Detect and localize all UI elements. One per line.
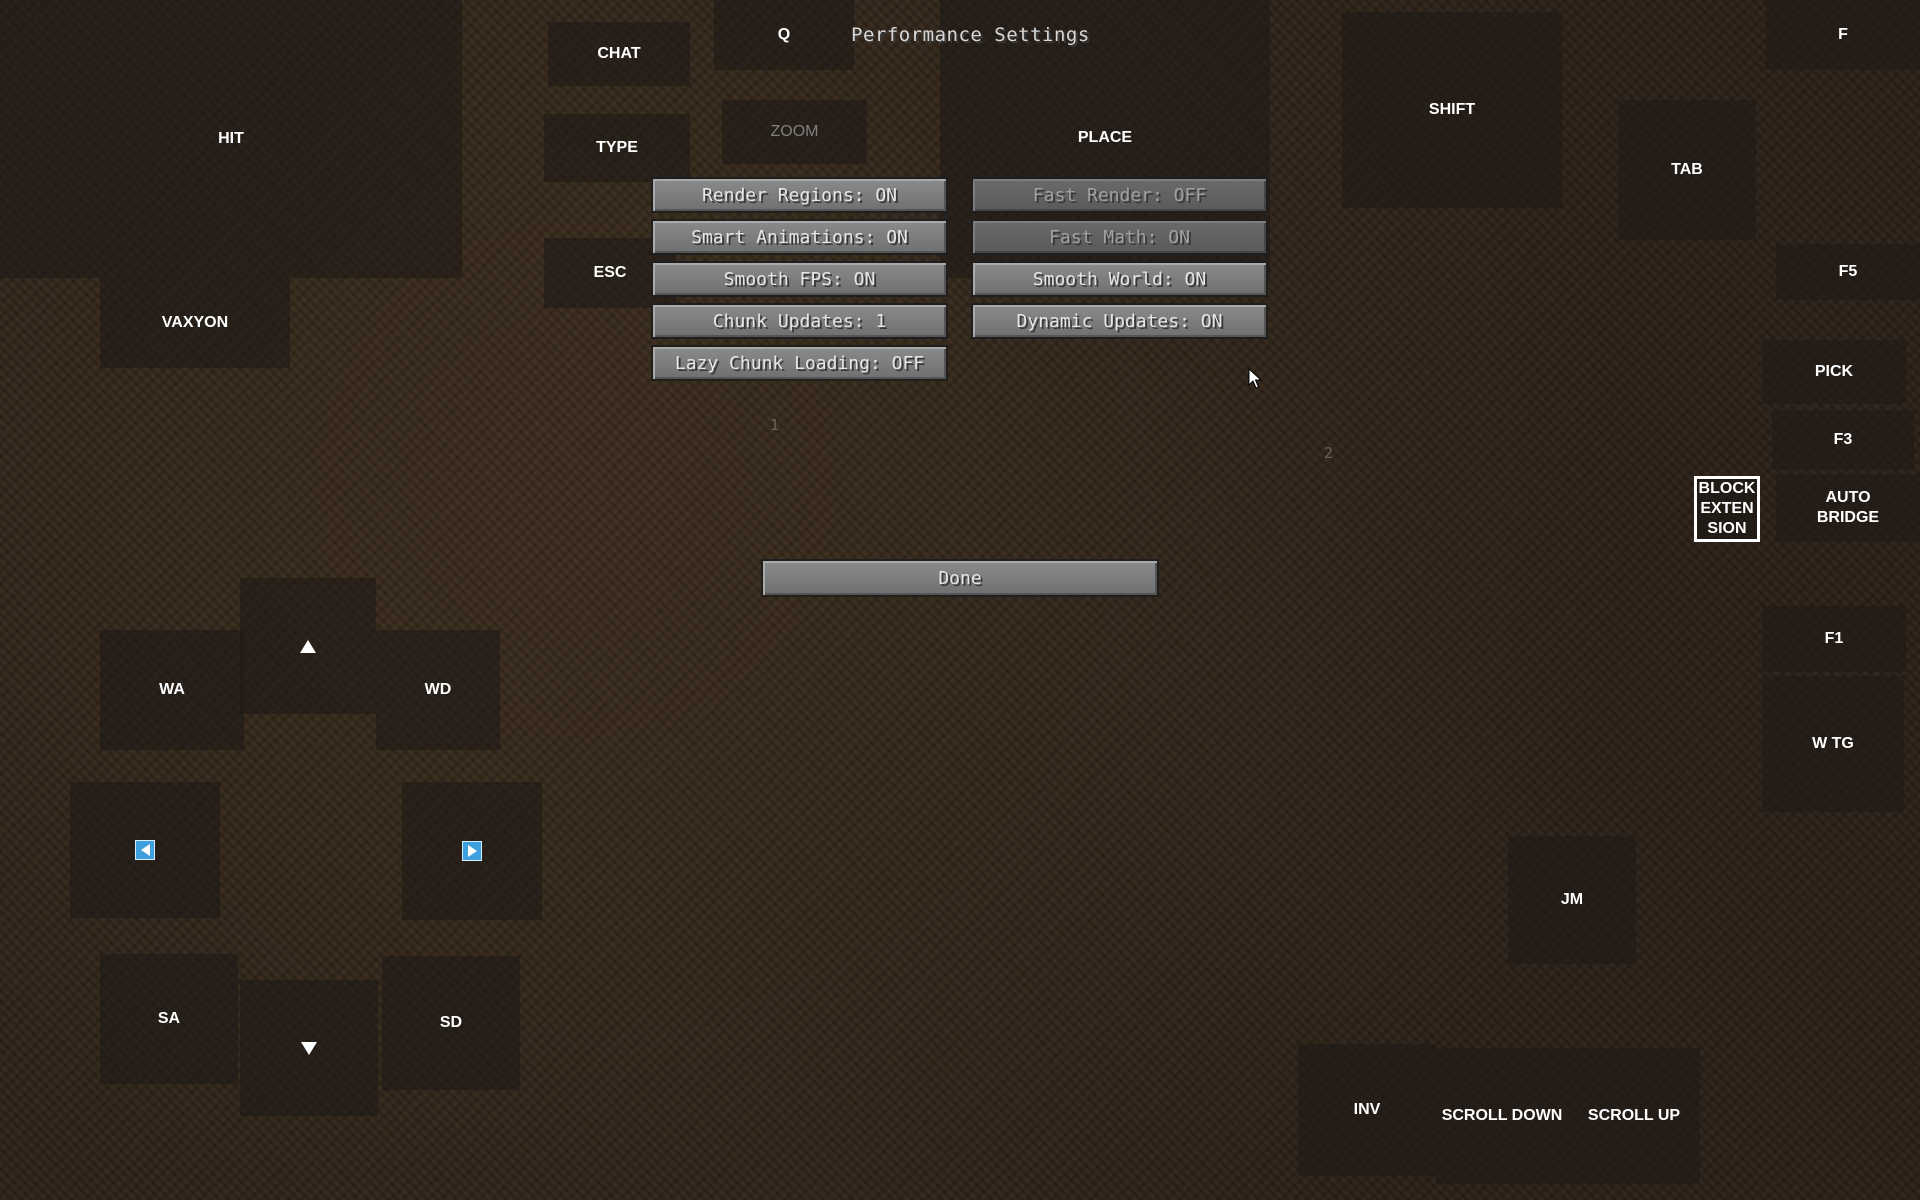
shift-pad[interactable]: SHIFT (1342, 12, 1562, 208)
f-label: F (1838, 26, 1848, 43)
smooth-fps-button[interactable]: Smooth FPS: ON (651, 261, 948, 297)
hit-pad[interactable]: HIT (0, 0, 462, 278)
pick-label: PICK (1814, 363, 1854, 380)
type-label: TYPE (596, 139, 638, 156)
fast-render-button[interactable]: Fast Render: OFF (971, 177, 1268, 213)
inv-pad[interactable]: INV (1298, 1044, 1436, 1176)
place-label: PLACE (1077, 129, 1133, 146)
scroll-up-label: SCROLL UP (1587, 1107, 1681, 1124)
jm-label: JM (1560, 891, 1584, 908)
scroll-up-pad[interactable]: SCROLL UP (1568, 1048, 1700, 1184)
lazy-chunk-loading-button[interactable]: Lazy Chunk Loading: OFF (651, 345, 948, 381)
block-extension-pad[interactable]: BLOCK EXTEN SION (1694, 476, 1760, 542)
f1-label: F1 (1824, 630, 1844, 647)
f5-pad[interactable]: F5 (1776, 244, 1920, 300)
q-label: Q (777, 26, 791, 43)
sa-pad[interactable]: SA (100, 954, 238, 1084)
zoom-label: ZOOM (770, 123, 819, 140)
scroll-down-pad[interactable]: SCROLL DOWN (1436, 1048, 1568, 1184)
blue-arrow-left-icon (135, 840, 155, 860)
triangle-down-icon (301, 1042, 317, 1055)
vaxyon-pad[interactable]: VAXYON (100, 278, 290, 368)
pick-pad[interactable]: PICK (1762, 340, 1906, 404)
hit-label: HIT (218, 130, 244, 147)
esc-label: ESC (593, 264, 627, 281)
tab-label: TAB (1671, 161, 1703, 178)
left-pad[interactable] (70, 782, 220, 918)
jm-pad[interactable]: JM (1508, 836, 1636, 964)
auto-bridge-label: AUTO BRIDGE (1816, 489, 1880, 526)
page-title: Performance Settings (851, 24, 1090, 46)
f5-label: F5 (1838, 263, 1858, 280)
type-pad[interactable]: TYPE (544, 114, 690, 182)
blue-arrow-right-icon (462, 841, 482, 861)
dynamic-updates-button[interactable]: Dynamic Updates: ON (971, 303, 1268, 339)
chat-label: CHAT (597, 45, 641, 62)
done-button[interactable]: Done (761, 559, 1159, 597)
page-number-2: 2 (1324, 444, 1334, 462)
wd-pad[interactable]: WD (376, 630, 500, 750)
chat-pad[interactable]: CHAT (548, 22, 690, 86)
auto-bridge-pad[interactable]: AUTO BRIDGE (1776, 474, 1920, 542)
zoom-pad[interactable]: ZOOM (722, 100, 867, 164)
wd-label: WD (424, 681, 452, 698)
block-extension-label: BLOCK EXTEN SION (1698, 480, 1756, 537)
sa-label: SA (157, 1010, 181, 1027)
smart-animations-button[interactable]: Smart Animations: ON (651, 219, 948, 255)
mouse-pointer-icon (1248, 368, 1262, 389)
wa-pad[interactable]: WA (100, 630, 244, 750)
page-number-1: 1 (770, 416, 780, 434)
w-tg-label: W TG (1812, 735, 1854, 752)
forward-pad[interactable] (240, 578, 376, 714)
vaxyon-label: VAXYON (161, 314, 229, 331)
back-pad[interactable] (240, 980, 378, 1116)
f1-pad[interactable]: F1 (1762, 606, 1906, 672)
tab-pad[interactable]: TAB (1618, 100, 1756, 240)
w-tg-pad[interactable]: W TG (1762, 676, 1904, 812)
scroll-down-label: SCROLL DOWN (1441, 1107, 1563, 1124)
sd-label: SD (439, 1014, 463, 1031)
triangle-up-icon (300, 640, 316, 653)
sd-pad[interactable]: SD (382, 956, 520, 1090)
render-regions-button[interactable]: Render Regions: ON (651, 177, 948, 213)
f-pad[interactable]: F (1766, 0, 1920, 70)
smooth-world-button[interactable]: Smooth World: ON (971, 261, 1268, 297)
f3-label: F3 (1833, 431, 1853, 448)
f3-pad[interactable]: F3 (1772, 410, 1914, 470)
inv-label: INV (1353, 1101, 1381, 1118)
chunk-updates-button[interactable]: Chunk Updates: 1 (651, 303, 948, 339)
right-pad[interactable] (402, 782, 542, 920)
shift-label: SHIFT (1428, 101, 1476, 118)
wa-label: WA (159, 681, 185, 698)
q-pad[interactable]: Q (714, 0, 854, 70)
fast-math-button[interactable]: Fast Math: ON (971, 219, 1268, 255)
